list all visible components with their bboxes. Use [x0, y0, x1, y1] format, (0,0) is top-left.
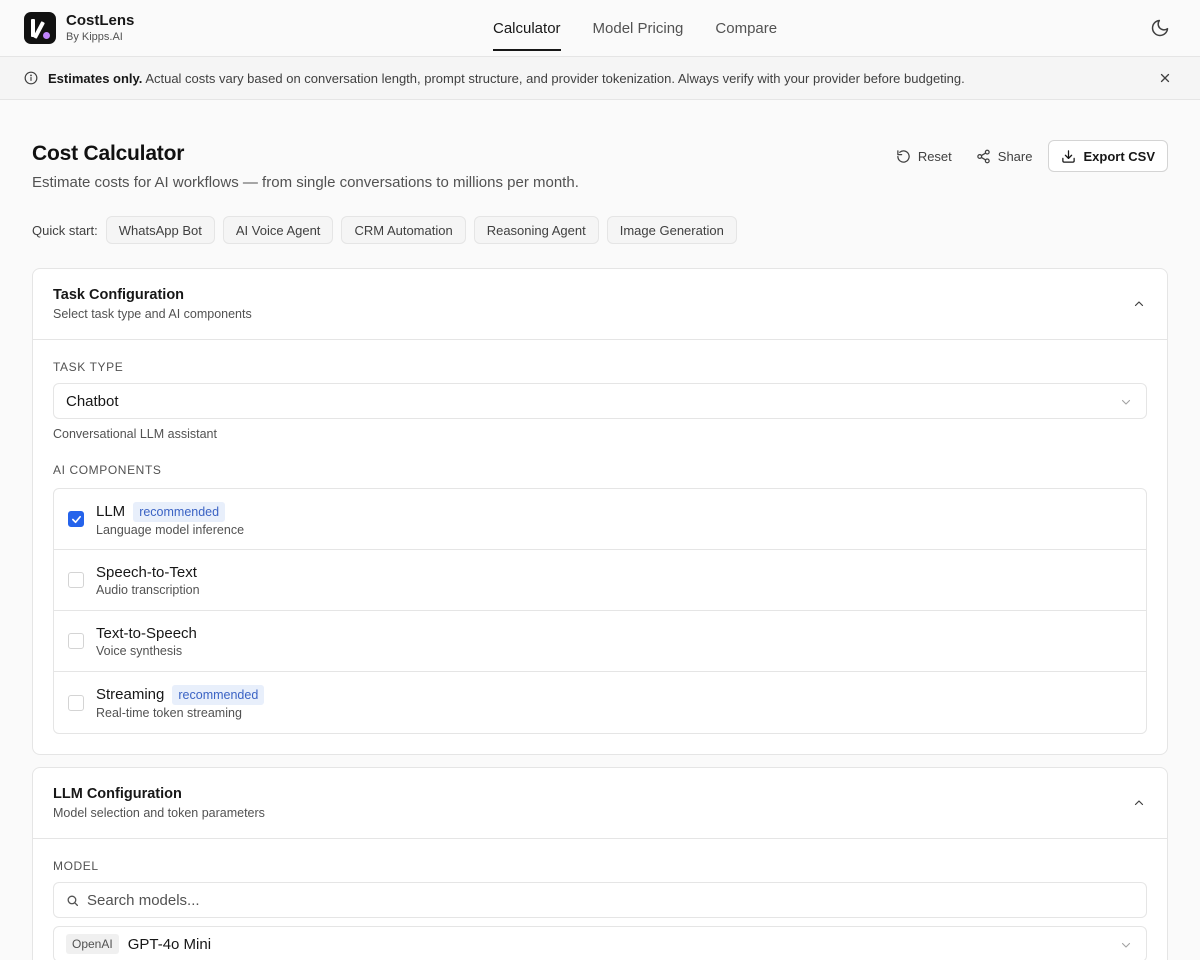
llm-checkbox[interactable]: [68, 511, 84, 527]
ai-components-list: LLM recommended Language model inference …: [53, 488, 1147, 734]
component-speech-to-text[interactable]: Speech-to-Text Audio transcription: [54, 550, 1146, 611]
card-title: LLM Configuration: [53, 786, 182, 802]
quick-start-label: Quick start:: [32, 222, 98, 238]
recommended-badge: recommended: [133, 501, 226, 522]
banner-text: Estimates only. Actual costs vary based …: [48, 71, 965, 86]
card-title: Task Configuration: [53, 287, 185, 303]
tab-model-pricing[interactable]: Model Pricing: [593, 0, 684, 57]
component-name: Text-to-Speech: [96, 624, 197, 642]
card-subtitle: Select task type and AI components: [53, 307, 252, 321]
component-desc: Audio transcription: [96, 582, 200, 597]
llm-configuration-header[interactable]: LLM Configuration Model selection and to…: [33, 768, 1167, 839]
search-icon: [67, 895, 79, 906]
quick-start-crm-automation[interactable]: CRM Automation: [341, 216, 466, 244]
task-configuration-card: Task Configuration Select task type and …: [32, 268, 1168, 755]
streaming-checkbox[interactable]: [68, 694, 84, 711]
quick-start-image-generation[interactable]: Image Generation: [606, 216, 737, 244]
close-icon[interactable]: [1158, 71, 1172, 85]
page-subtitle: Estimate costs for AI workflows — from s…: [32, 174, 579, 191]
share-label: Share: [997, 148, 1033, 164]
page-actions: Reset Share Export CSV: [884, 140, 1168, 172]
provider-badge: OpenAI: [66, 934, 119, 954]
component-name: Streaming: [96, 686, 165, 703]
tab-compare[interactable]: Compare: [715, 0, 777, 57]
share-icon: [977, 149, 990, 163]
moon-icon[interactable]: [1150, 18, 1170, 38]
task-type-label: Task Type: [53, 360, 124, 374]
chevron-down-icon: [1121, 942, 1131, 948]
task-type-help: Conversational LLM assistant: [53, 427, 217, 441]
model-search: [53, 882, 1147, 918]
component-name: LLM: [96, 502, 126, 520]
selected-model: GPT-4o Mini: [127, 935, 212, 953]
chevron-down-icon: [1121, 399, 1131, 405]
component-llm[interactable]: LLM recommended Language model inference: [54, 489, 1146, 550]
component-desc: Language model inference: [96, 522, 245, 537]
page-header: Cost Calculator Estimate costs for AI wo…: [32, 100, 1168, 204]
reset-label: Reset: [917, 148, 952, 164]
brand-name: CostLens: [66, 12, 135, 29]
main-content: Cost Calculator Estimate costs for AI wo…: [0, 100, 1200, 960]
model-label: Model: [53, 859, 99, 873]
export-label: Export CSV: [1083, 148, 1155, 164]
model-search-input[interactable]: [87, 891, 987, 909]
card-subtitle: Model selection and token parameters: [53, 806, 265, 820]
task-configuration-header[interactable]: Task Configuration Select task type and …: [33, 269, 1167, 340]
quick-start-ai-voice-agent[interactable]: AI Voice Agent: [222, 216, 334, 244]
component-streaming[interactable]: Streaming recommended Real-time token str…: [54, 672, 1146, 733]
main-nav: Calculator Model Pricing Compare: [493, 0, 809, 57]
tab-calculator[interactable]: Calculator: [493, 0, 561, 57]
llm-configuration-card: LLM Configuration Model selection and to…: [32, 767, 1168, 960]
quick-start-reasoning-agent[interactable]: Reasoning Agent: [473, 216, 599, 244]
info-icon: [24, 71, 38, 85]
quick-start: Quick start: WhatsApp Bot AI Voice Agent…: [32, 216, 1168, 244]
page-title: Cost Calculator: [32, 142, 185, 165]
ai-components-label: AI Components: [53, 463, 162, 477]
estimate-banner: Estimates only. Actual costs vary based …: [0, 57, 1200, 100]
chevron-up-icon[interactable]: [1133, 298, 1145, 310]
recommended-badge: recommended: [172, 685, 265, 705]
component-name: Speech-to-Text: [96, 563, 197, 581]
reset-icon: [897, 149, 910, 163]
speech-to-text-checkbox[interactable]: [68, 572, 84, 588]
export-csv-button[interactable]: Export CSV: [1048, 140, 1168, 172]
task-type-select[interactable]: Chatbot: [53, 383, 1147, 419]
quick-start-whatsapp-bot[interactable]: WhatsApp Bot: [105, 216, 215, 244]
brand[interactable]: CostLens By Kipps.AI: [24, 12, 134, 44]
download-icon: [1062, 149, 1076, 163]
brand-subtitle: By Kipps.AI: [66, 31, 123, 43]
costlens-logo: [24, 12, 56, 44]
banner-message: Actual costs vary based on conversation …: [145, 70, 965, 86]
text-to-speech-checkbox[interactable]: [68, 633, 84, 649]
chevron-up-icon[interactable]: [1133, 797, 1145, 809]
check-icon: [71, 515, 81, 523]
share-button[interactable]: Share: [964, 140, 1045, 172]
component-desc: Voice synthesis: [96, 643, 183, 658]
reset-button[interactable]: Reset: [884, 140, 964, 172]
model-select[interactable]: OpenAI GPT-4o Mini: [53, 926, 1147, 960]
top-header: CostLens By Kipps.AI Calculator Model Pr…: [0, 0, 1200, 57]
component-text-to-speech[interactable]: Text-to-Speech Voice synthesis: [54, 611, 1146, 672]
component-desc: Real-time token streaming: [96, 706, 242, 720]
banner-bold: Estimates only.: [48, 70, 143, 86]
task-type-value: Chatbot: [66, 392, 119, 410]
